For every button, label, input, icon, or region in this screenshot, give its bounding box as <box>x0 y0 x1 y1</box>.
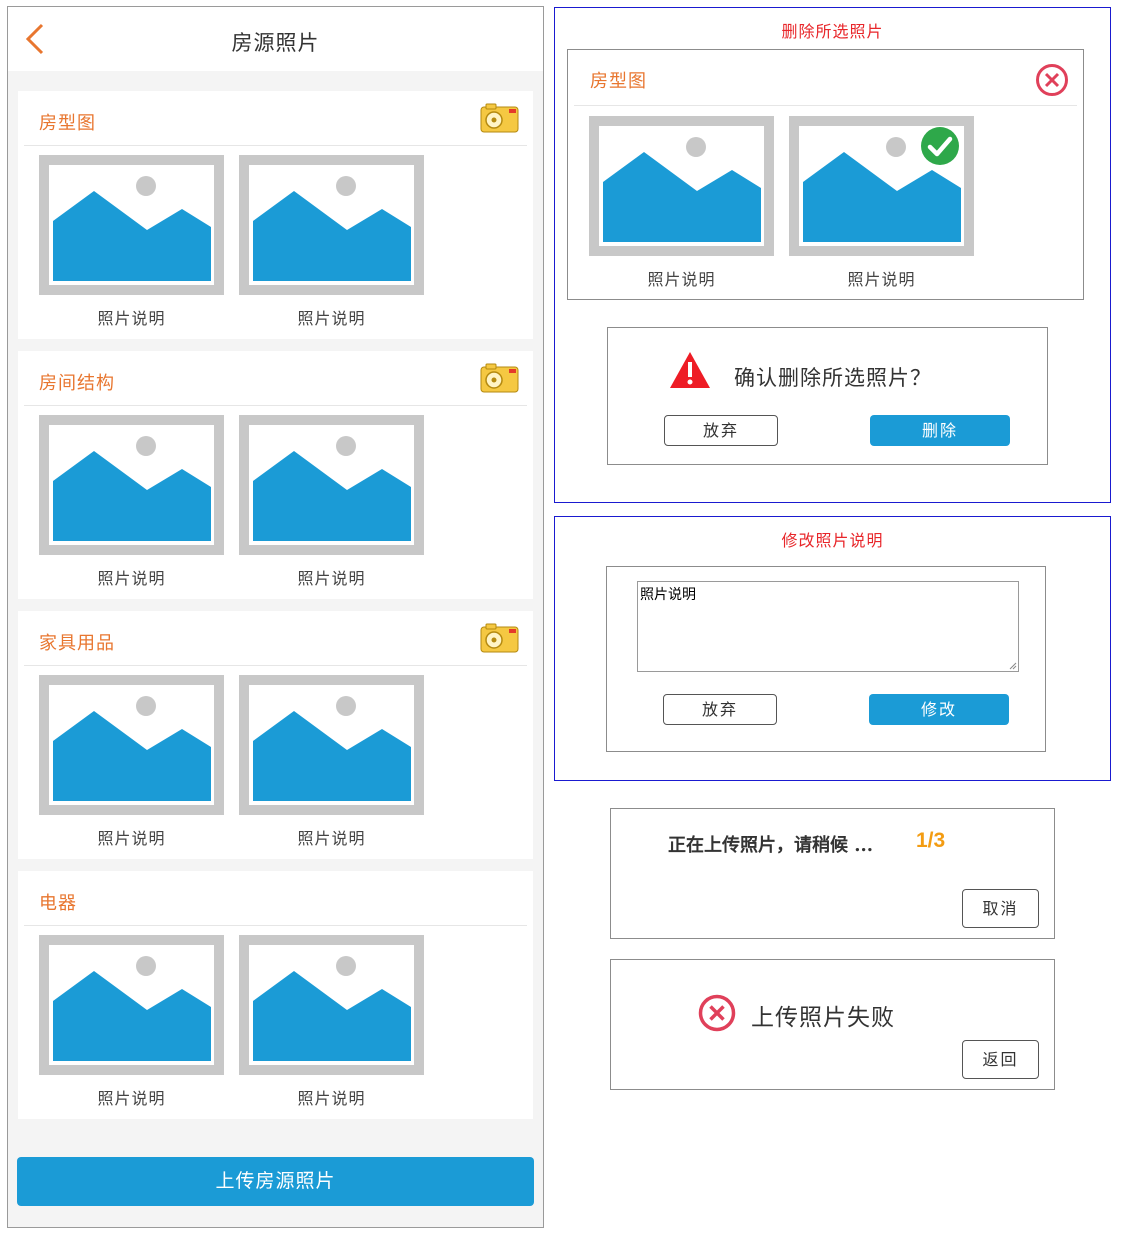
error-circle-icon <box>698 994 736 1032</box>
panel-label: 修改照片说明 <box>781 531 884 550</box>
section-floor-plan: 房型图 照片说明 照片说明 <box>18 91 533 339</box>
photo-thumbnail[interactable] <box>239 675 424 815</box>
image-placeholder-icon <box>589 116 774 256</box>
image-placeholder-icon <box>239 675 424 815</box>
section-title: 房间结构 <box>39 373 115 394</box>
top-bar: 房源照片 <box>8 7 543 71</box>
image-placeholder-icon <box>39 935 224 1075</box>
photo-thumbnail[interactable] <box>39 415 224 555</box>
photo-caption: 照片说明 <box>97 829 166 848</box>
caption-textarea[interactable]: 照片说明 <box>637 581 1019 672</box>
cancel-button[interactable]: 放弃 <box>663 694 777 725</box>
image-placeholder-icon <box>239 935 424 1075</box>
photo-thumbnail[interactable] <box>239 155 424 295</box>
phone-screen: 房源照片 房型图 照片说明 照片说明 房间结构 照片说明 照片说明 家具用品 照… <box>7 6 544 1228</box>
photo-caption: 照片说明 <box>647 270 716 289</box>
section-title: 电器 <box>39 893 77 914</box>
section-room-structure: 房间结构 照片说明 照片说明 <box>18 351 533 599</box>
camera-icon[interactable] <box>480 363 519 393</box>
image-placeholder-icon <box>39 415 224 555</box>
divider <box>24 145 527 146</box>
page-title: 房源照片 <box>231 31 320 55</box>
section-furniture: 家具用品 照片说明 照片说明 <box>18 611 533 859</box>
delete-button[interactable]: 删除 <box>870 415 1010 446</box>
back-button[interactable]: 返回 <box>962 1040 1039 1079</box>
section-title: 房型图 <box>39 113 96 134</box>
image-placeholder-icon <box>239 155 424 295</box>
divider <box>24 925 527 926</box>
progress-count: 1/3 <box>916 829 946 852</box>
confirm-text: 确认删除所选照片？ <box>734 366 932 390</box>
section-title: 家具用品 <box>39 633 115 654</box>
photo-caption: 照片说明 <box>97 569 166 588</box>
modify-button[interactable]: 修改 <box>869 694 1009 725</box>
photo-thumbnail[interactable] <box>39 935 224 1075</box>
cancel-upload-button[interactable]: 取消 <box>962 889 1039 928</box>
confirm-delete-dialog: 确认删除所选照片？ 放弃 删除 <box>607 327 1048 465</box>
photo-caption: 照片说明 <box>847 270 916 289</box>
photo-caption: 照片说明 <box>297 829 366 848</box>
photo-thumbnail[interactable] <box>239 935 424 1075</box>
photo-caption: 照片说明 <box>297 309 366 328</box>
camera-icon[interactable] <box>480 103 519 133</box>
section-title: 房型图 <box>590 71 647 92</box>
fail-text: 上传照片失败 <box>751 1005 895 1031</box>
divider <box>574 105 1077 106</box>
photo-thumbnail[interactable] <box>39 675 224 815</box>
warning-icon <box>670 352 710 388</box>
photo-thumbnail[interactable] <box>239 415 424 555</box>
photo-caption: 照片说明 <box>297 569 366 588</box>
check-circle-icon <box>921 127 959 165</box>
edit-caption-dialog: 照片说明 放弃 修改 <box>606 566 1046 752</box>
cancel-button[interactable]: 放弃 <box>664 415 778 446</box>
image-placeholder-icon <box>239 415 424 555</box>
close-circle-icon[interactable] <box>1035 63 1069 97</box>
section-appliances: 电器 照片说明 照片说明 <box>18 871 533 1119</box>
textarea-value: 照片说明 <box>640 587 696 603</box>
photo-caption: 照片说明 <box>97 309 166 328</box>
photo-thumbnail[interactable] <box>589 116 774 256</box>
photo-thumbnail[interactable] <box>39 155 224 295</box>
progress-text: 正在上传照片，请稍候 ... <box>668 835 874 856</box>
upload-progress-dialog: 正在上传照片，请稍候 ... 1/3 取消 <box>610 808 1055 939</box>
divider <box>24 405 527 406</box>
edit-caption-panel: 修改照片说明 照片说明 放弃 修改 <box>554 516 1111 781</box>
image-placeholder-icon <box>39 675 224 815</box>
selection-card: 房型图 照片说明 照片说明 <box>567 49 1084 300</box>
panel-label: 删除所选照片 <box>781 22 884 41</box>
resize-handle-icon[interactable] <box>1008 661 1017 670</box>
delete-photos-panel: 删除所选照片 房型图 照片说明 照片说明 确认删除所选照片？ 放弃 删除 <box>554 7 1111 503</box>
camera-icon[interactable] <box>480 623 519 653</box>
photo-caption: 照片说明 <box>297 1089 366 1108</box>
upload-photos-button[interactable]: 上传房源照片 <box>17 1157 534 1206</box>
upload-failed-dialog: 上传照片失败 返回 <box>610 959 1055 1090</box>
image-placeholder-icon <box>39 155 224 295</box>
divider <box>24 665 527 666</box>
photo-caption: 照片说明 <box>97 1089 166 1108</box>
